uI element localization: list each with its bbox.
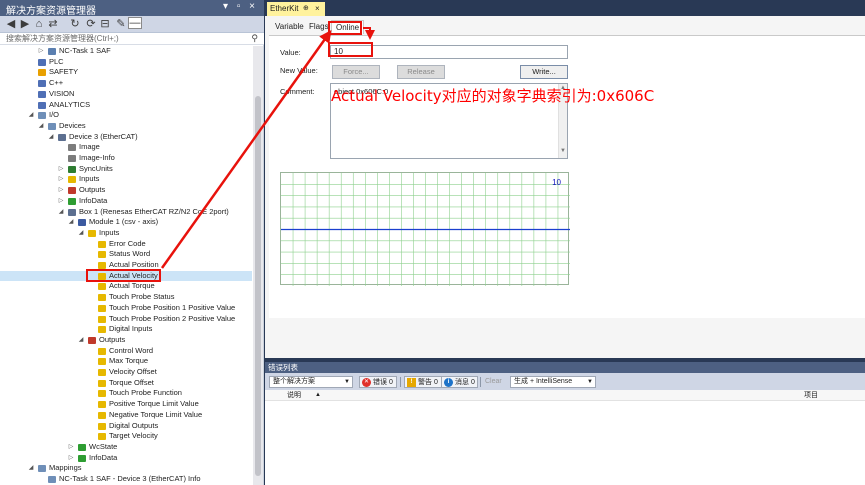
- arrow-to-online-tab: [160, 29, 332, 269]
- arrow-to-value-field: [363, 27, 375, 40]
- annotation-arrows: [160, 27, 375, 269]
